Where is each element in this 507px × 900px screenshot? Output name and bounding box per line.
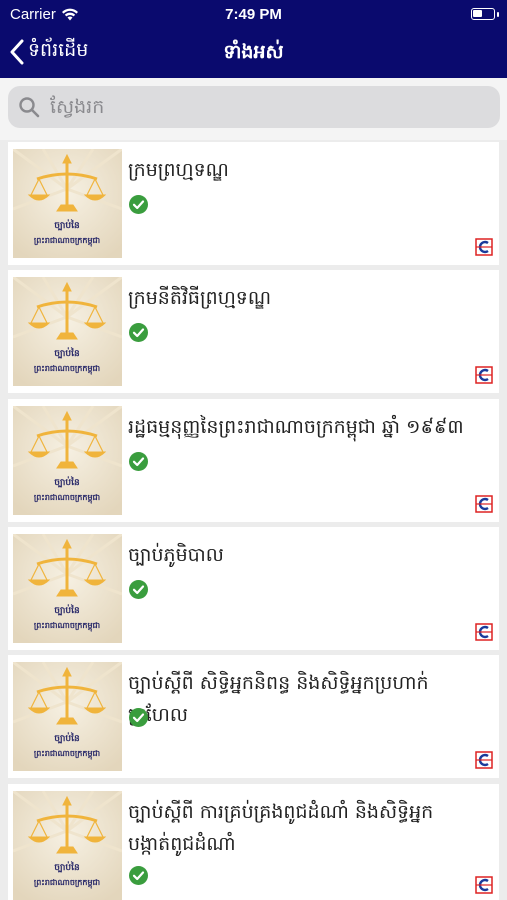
list-item[interactable]: ច្បាប់នៃ ព្រះរាជាណាចក្រកម្ពុជា ក្រមព្រហ្… — [8, 142, 499, 265]
battery-icon — [471, 8, 499, 20]
list-item[interactable]: ច្បាប់នៃ ព្រះរាជាណាចក្រកម្ពុជា រដ្ឋធម្មន… — [8, 399, 499, 522]
law-title: ក្រមព្រហ្មទណ្ឌ — [128, 159, 229, 181]
law-title: រដ្ឋធម្មនុញ្ញនៃព្រះរាជាណាចក្រកម្ពុជា ឆ្ន… — [128, 416, 464, 438]
law-title: ច្បាប់ស្ដីពី សិទ្ធិអ្នកនិពន្ធ និងសិទ្ធិអ… — [128, 672, 429, 726]
thumb-line1: ច្បាប់នៃ — [54, 732, 80, 744]
search-bar[interactable] — [8, 86, 500, 128]
check-icon — [129, 866, 148, 885]
publisher-logo-icon — [475, 495, 493, 513]
page-title: ទាំងអស់ — [223, 41, 284, 63]
publisher-logo-icon — [475, 238, 493, 256]
publisher-logo-icon — [475, 876, 493, 894]
status-time: 7:49 PM — [225, 6, 282, 23]
search-icon — [19, 97, 40, 118]
law-thumbnail: ច្បាប់នៃ ព្រះរាជាណាចក្រកម្ពុជា — [13, 791, 122, 900]
list-item[interactable]: ច្បាប់នៃ ព្រះរាជាណាចក្រកម្ពុជា ច្បាប់ស្ដ… — [8, 784, 499, 900]
thumb-line1: ច្បាប់នៃ — [54, 476, 80, 488]
law-thumbnail: ច្បាប់នៃ ព្រះរាជាណាចក្រកម្ពុជា — [13, 406, 122, 515]
status-bar: Carrier 7:49 PM — [0, 0, 507, 30]
thumb-line1: ច្បាប់នៃ — [54, 219, 80, 231]
law-thumbnail: ច្បាប់នៃ ព្រះរាជាណាចក្រកម្ពុជា — [13, 534, 122, 643]
law-thumbnail: ច្បាប់នៃ ព្រះរាជាណាចក្រកម្ពុជា — [13, 149, 122, 258]
list-item[interactable]: ច្បាប់នៃ ព្រះរាជាណាចក្រកម្ពុជា ក្រមនីតិវ… — [8, 270, 499, 393]
publisher-logo-icon — [475, 751, 493, 769]
list-item[interactable]: ច្បាប់នៃ ព្រះរាជាណាចក្រកម្ពុជា ច្បាប់ភូម… — [8, 527, 499, 650]
check-icon — [129, 195, 148, 214]
thumb-line1: ច្បាប់នៃ — [54, 861, 80, 873]
check-icon — [129, 323, 148, 342]
law-title: ច្បាប់ភូមិបាល — [128, 544, 224, 566]
navigation-bar: ទំព័រដើម ទាំងអស់ — [0, 30, 507, 78]
list-item[interactable]: ច្បាប់នៃ ព្រះរាជាណាចក្រកម្ពុជា ច្បាប់ស្ដ… — [8, 655, 499, 778]
law-thumbnail: ច្បាប់នៃ ព្រះរាជាណាចក្រកម្ពុជា — [13, 277, 122, 386]
law-thumbnail: ច្បាប់នៃ ព្រះរាជាណាចក្រកម្ពុជា — [13, 662, 122, 771]
law-title: ច្បាប់ស្ដីពី ការគ្រប់គ្រងពូជដំណាំ និងសិទ… — [128, 801, 434, 855]
thumb-line1: ច្បាប់នៃ — [54, 347, 80, 359]
law-title: ក្រមនីតិវិធីព្រហ្មទណ្ឌ — [128, 287, 272, 309]
thumb-line1: ច្បាប់នៃ — [54, 604, 80, 616]
publisher-logo-icon — [475, 366, 493, 384]
publisher-logo-icon — [475, 623, 493, 641]
search-input[interactable] — [48, 95, 472, 119]
check-icon — [129, 580, 148, 599]
search-area — [0, 78, 507, 140]
check-icon — [129, 452, 148, 471]
check-icon — [129, 708, 148, 727]
